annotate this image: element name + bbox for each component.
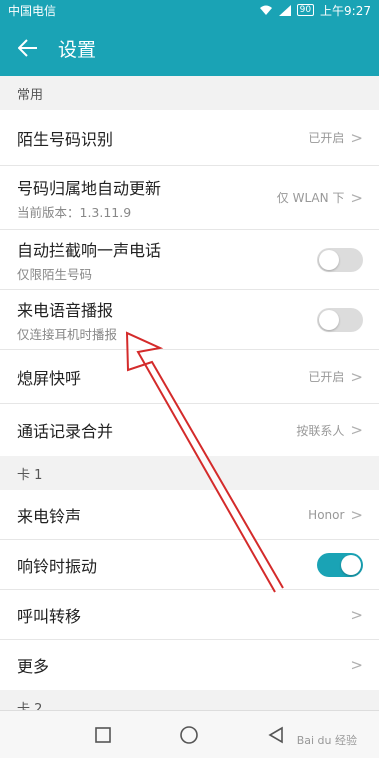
row-subtitle: 仅限陌生号码 [17, 266, 93, 282]
recents-button[interactable] [88, 720, 118, 750]
row-title: 来电语音播报 [17, 300, 114, 320]
setting-location-update[interactable]: 号码归属地自动更新 当前版本：1.3.11.9 仅 WLAN 下 > [0, 166, 379, 230]
setting-screen-off-call[interactable]: 熄屏快呼 已开启 > [0, 350, 379, 404]
setting-call-forward[interactable]: 呼叫转移 > [0, 590, 379, 640]
triangle-left-icon [268, 726, 283, 743]
home-button[interactable] [174, 720, 204, 750]
row-value: 按联系人 [296, 423, 345, 438]
row-title: 来电铃声 [17, 506, 82, 526]
back-button[interactable] [14, 34, 42, 62]
section-header-common: 常用 [0, 76, 379, 110]
row-title: 响铃时振动 [17, 556, 98, 576]
row-title: 自动拦截响一声电话 [17, 240, 162, 260]
row-title: 通话记录合并 [17, 422, 114, 441]
setting-block-one-ring: 自动拦截响一声电话 仅限陌生号码 [0, 230, 379, 290]
chevron-right-icon: > [350, 188, 363, 207]
app-bar: 设置 [0, 20, 379, 76]
setting-vibrate-ring: 响铃时振动 [0, 540, 379, 590]
status-bar: 中国电信 90 上午9:27 [0, 0, 379, 20]
chevron-right-icon: > [350, 367, 363, 386]
status-icons: 90 上午9:27 [259, 2, 371, 19]
setting-ringtone[interactable]: 来电铃声 Honor > [0, 490, 379, 540]
row-value: 仅 WLAN 下 [276, 191, 345, 205]
chevron-right-icon: > [350, 505, 363, 524]
signal-icon [278, 4, 291, 16]
block-one-ring-toggle[interactable] [317, 247, 363, 272]
row-subtitle: 当前版本：1.3.11.9 [17, 204, 132, 220]
common-settings-list: 陌生号码识别 已开启 > 号码归属地自动更新 当前版本：1.3.11.9 仅 WL… [0, 110, 379, 456]
card1-settings-list: 来电铃声 Honor > 响铃时振动 呼叫转移 > 更多 > [0, 490, 379, 690]
circle-icon [180, 725, 199, 744]
section-header-card1: 卡 1 [0, 456, 379, 490]
watermark-text: Bai du 经验 [296, 734, 357, 747]
row-value: Honor [308, 507, 345, 522]
setting-more[interactable]: 更多 > [0, 640, 379, 690]
row-title: 呼叫转移 [17, 606, 82, 626]
chevron-right-icon: > [350, 421, 363, 439]
setting-merge-call-log[interactable]: 通话记录合并 按联系人 > [0, 404, 379, 456]
clock-label: 上午9:27 [320, 3, 371, 18]
voice-announce-toggle[interactable] [317, 307, 363, 332]
arrow-left-icon [18, 39, 37, 57]
square-icon [95, 726, 111, 743]
row-title: 熄屏快呼 [17, 368, 82, 388]
row-subtitle: 仅连接耳机时播报 [17, 326, 118, 342]
wifi-icon [259, 5, 272, 15]
toggle-knob [319, 249, 339, 270]
vibrate-ring-toggle[interactable] [317, 552, 363, 577]
back-nav-button[interactable] [261, 720, 291, 750]
page-title: 设置 [58, 38, 97, 61]
toggle-knob [341, 554, 361, 575]
chevron-right-icon: > [350, 656, 363, 674]
row-title: 号码归属地自动更新 [17, 178, 162, 198]
row-value: 已开启 [308, 131, 345, 145]
setting-stranger-id[interactable]: 陌生号码识别 已开启 > [0, 110, 379, 166]
chevron-right-icon: > [350, 128, 363, 147]
carrier-label: 中国电信 [8, 3, 57, 18]
battery-icon: 90 [296, 4, 315, 16]
setting-voice-announce: 来电语音播报 仅连接耳机时播报 [0, 290, 379, 350]
toggle-knob [319, 309, 339, 330]
row-title: 更多 [17, 657, 50, 676]
row-value: 已开启 [308, 370, 345, 384]
row-title: 陌生号码识别 [17, 129, 114, 149]
chevron-right-icon: > [350, 605, 363, 624]
